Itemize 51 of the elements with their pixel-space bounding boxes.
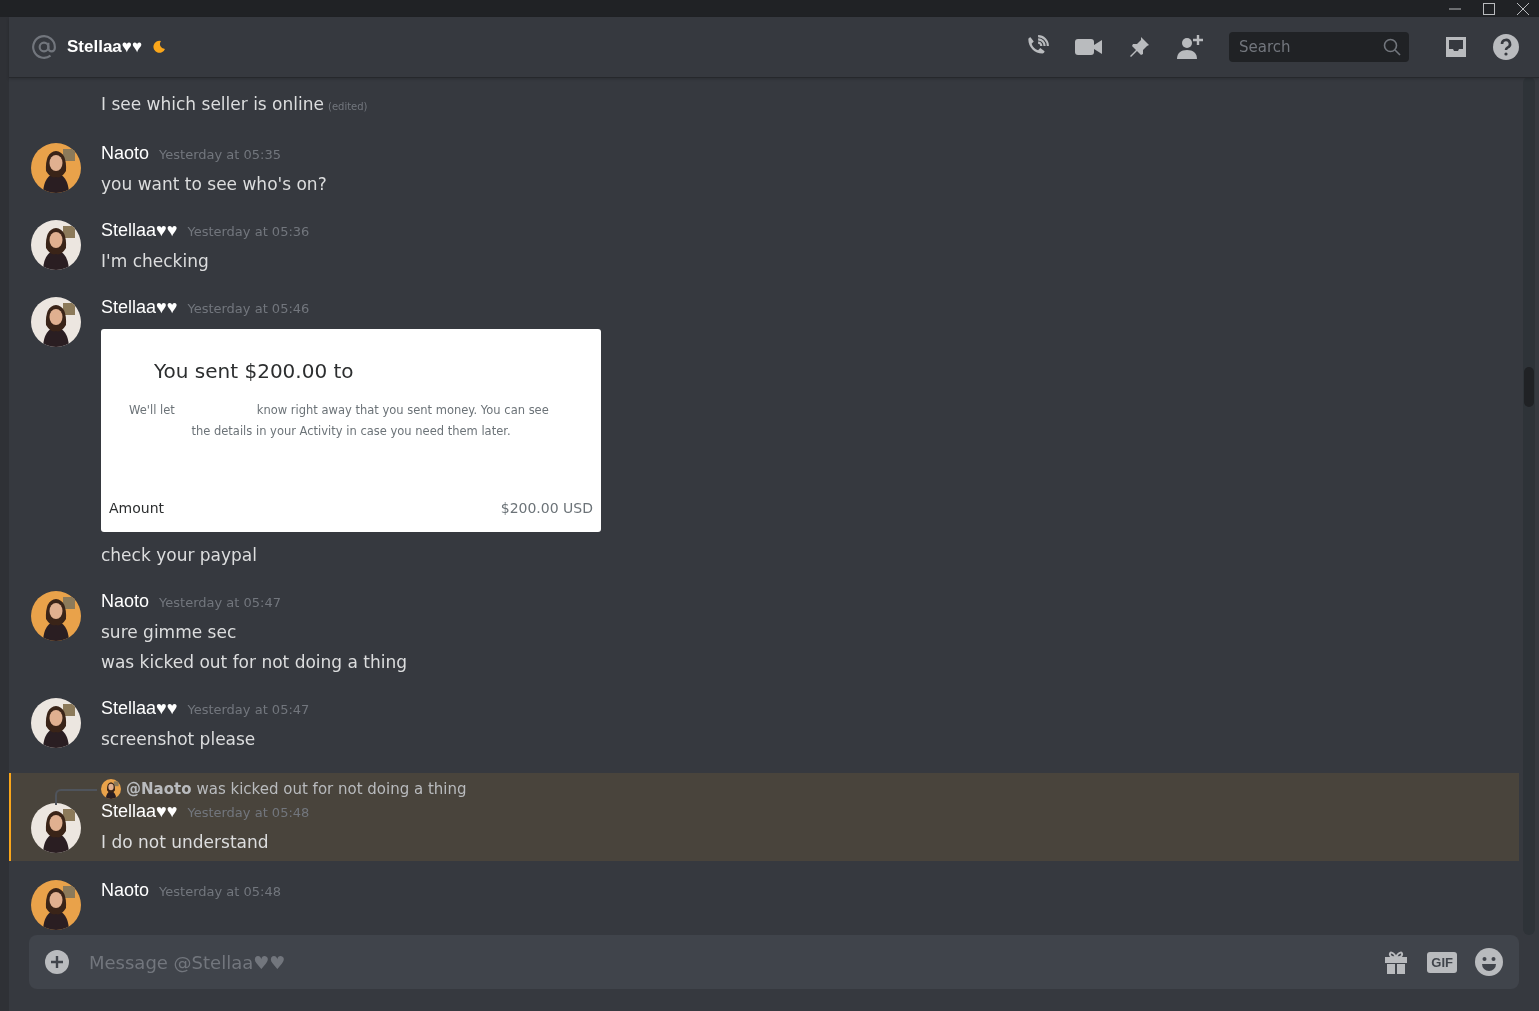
message-text: I'm checking <box>101 251 209 271</box>
reply-text[interactable]: was kicked out for not doing a thing <box>196 780 467 798</box>
close-icon[interactable] <box>1517 2 1529 15</box>
moon-icon <box>152 40 166 54</box>
username[interactable]: Stellaa♥♥ <box>101 801 178 822</box>
mention[interactable]: @Naoto <box>126 780 192 798</box>
edited-label: (edited) <box>328 101 368 112</box>
payment-text: We'll let <box>129 402 175 419</box>
message-text: screenshot please <box>101 729 256 749</box>
reply-connector <box>55 789 97 805</box>
payment-text: the details in your Activity in case you need them later. <box>190 423 512 440</box>
plus-icon[interactable] <box>45 950 69 974</box>
search-icon <box>1383 38 1401 56</box>
timestamp: Yesterday at 05:48 <box>159 884 281 899</box>
timestamp: Yesterday at 05:36 <box>187 224 310 239</box>
maximize-icon[interactable] <box>1483 2 1495 15</box>
scrollbar-track[interactable] <box>1523 77 1535 935</box>
timestamp: Yesterday at 05:47 <box>159 595 281 610</box>
payment-title: You sent $200.00 to <box>154 359 355 383</box>
message-text: was kicked out for not doing a thing <box>101 652 408 672</box>
payment-text: know right away that you sent money. You can see <box>256 402 549 419</box>
smiley-icon[interactable] <box>1475 948 1503 976</box>
username[interactable]: Stellaa♥♥ <box>101 297 178 318</box>
timestamp: Yesterday at 05:48 <box>187 805 310 820</box>
help-icon[interactable] <box>1493 34 1519 60</box>
timestamp: Yesterday at 05:46 <box>187 301 310 316</box>
at-sign-icon <box>31 34 57 60</box>
channel-name: Stellaa♥♥ <box>67 37 142 57</box>
username[interactable]: Naoto <box>101 880 150 901</box>
payment-screenshot[interactable]: You sent $200.00 to We'll let know right away that you sent money. You can see the details in your Activity in case you need them later. Amount $200.00 USD <box>101 329 601 532</box>
message-text: sure gimme sec <box>101 622 237 642</box>
message-text: check your paypal <box>101 545 257 565</box>
gift-icon[interactable] <box>1383 949 1410 975</box>
amount-value: $200.00 USD <box>500 500 593 516</box>
username[interactable]: Stellaa♥♥ <box>101 220 178 241</box>
add-friend-icon[interactable] <box>1176 34 1204 60</box>
username[interactable]: Stellaa♥♥ <box>101 698 178 719</box>
username[interactable]: Naoto <box>101 143 150 164</box>
video-camera-icon[interactable] <box>1075 37 1102 57</box>
scrollbar-thumb[interactable] <box>1524 367 1534 407</box>
username[interactable]: Naoto <box>101 591 150 612</box>
message-text: you want to see who's on? <box>101 174 327 194</box>
inbox-icon[interactable] <box>1444 35 1468 59</box>
timestamp: Yesterday at 05:35 <box>159 147 281 162</box>
timestamp: Yesterday at 05:47 <box>187 702 310 717</box>
message-text: I do not understand <box>101 832 269 852</box>
search-input[interactable]: Search <box>1237 37 1383 57</box>
message-text: I see which seller is online <box>101 94 324 114</box>
search-field[interactable]: Search <box>1229 32 1409 62</box>
amount-label: Amount <box>109 500 164 516</box>
gif-button[interactable]: GIF <box>1427 951 1457 973</box>
